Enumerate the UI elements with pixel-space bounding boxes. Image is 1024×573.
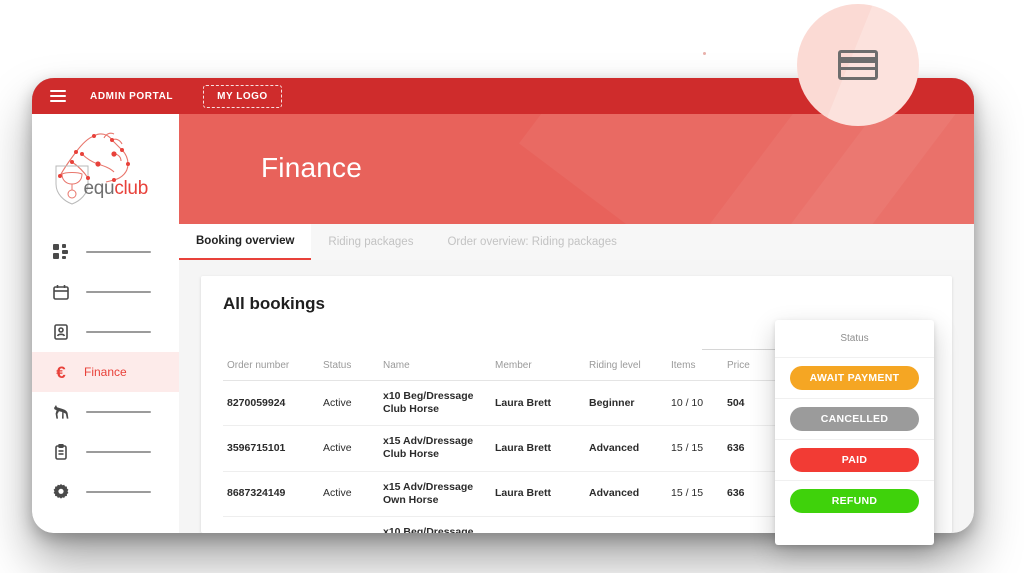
status-panel-header: Status bbox=[840, 333, 869, 344]
card-line bbox=[841, 67, 875, 70]
status-refund-button[interactable]: REFUND bbox=[790, 489, 919, 513]
status-cancelled-button[interactable]: CANCELLED bbox=[790, 407, 919, 431]
sidebar-item-reports[interactable] bbox=[32, 432, 179, 472]
hamburger-icon[interactable] bbox=[50, 90, 66, 102]
decorative-speck bbox=[703, 52, 706, 55]
cell-member: Laura Brett bbox=[491, 425, 585, 471]
sidebar-item-horses[interactable] bbox=[32, 392, 179, 432]
cell-member: Laura Brett bbox=[491, 379, 585, 426]
cell-name: x10 Beg/Dressage Club Horse bbox=[379, 379, 491, 426]
cell-order-number: 8687324149 bbox=[223, 470, 319, 517]
sidebar-item-label-placeholder bbox=[86, 291, 151, 293]
tab-order-overview[interactable]: Order overview: Riding packages bbox=[430, 224, 633, 260]
my-logo-placeholder[interactable]: MY LOGO bbox=[203, 84, 282, 108]
user-card-icon bbox=[52, 323, 70, 341]
calendar-icon bbox=[52, 283, 70, 301]
clipboard-icon bbox=[52, 443, 70, 461]
card-magnetic-strip bbox=[841, 57, 875, 63]
horse-icon bbox=[52, 403, 70, 421]
cell-status: Active bbox=[319, 425, 379, 471]
brand-logo[interactable]: equclub bbox=[32, 114, 179, 216]
cell-price: 672 bbox=[723, 515, 773, 533]
status-option-row: PAID bbox=[775, 439, 934, 480]
cell-price: 504 bbox=[723, 379, 773, 426]
header-order-number[interactable]: Order number bbox=[223, 354, 319, 381]
header-name[interactable]: Name bbox=[379, 354, 491, 381]
tab-riding-packages[interactable]: Riding packages bbox=[311, 224, 430, 260]
cell-name: x10 Beg/Dressage ClubHorse bbox=[379, 515, 491, 533]
cell-order-number: 8270059924 bbox=[223, 379, 319, 426]
status-await-payment-button[interactable]: AWAIT PAYMENT bbox=[790, 366, 919, 390]
sidebar-item-label-placeholder bbox=[86, 331, 151, 333]
screenshot-stage: ADMIN PORTAL MY LOGO Finance Booking ove… bbox=[0, 0, 1024, 573]
page-banner: Finance bbox=[179, 114, 974, 224]
credit-card-icon bbox=[838, 50, 878, 80]
header-member[interactable]: Member bbox=[491, 354, 585, 381]
header-items[interactable]: Items bbox=[667, 354, 723, 381]
page-title: Finance bbox=[261, 152, 363, 183]
cell-items: 15 / 15 bbox=[667, 470, 723, 517]
cell-status: Active bbox=[319, 379, 379, 426]
cell-riding-level: Beginner bbox=[585, 515, 667, 533]
cell-price: 636 bbox=[723, 425, 773, 471]
sidebar-item-finance[interactable]: € Finance bbox=[32, 352, 179, 392]
cell-riding-level: Advanced bbox=[585, 425, 667, 471]
dashboard-grid-icon bbox=[52, 243, 70, 261]
sidebar-item-label-placeholder bbox=[86, 451, 151, 453]
cell-order-number: 3596715101 bbox=[223, 425, 319, 471]
cell-member: Laura Brett bbox=[491, 515, 585, 533]
brand-wordmark: equclub bbox=[83, 178, 149, 200]
cell-items: 10 / 10 bbox=[667, 379, 723, 426]
cell-name: x15 Adv/Dressage Club Horse bbox=[379, 425, 491, 471]
gear-icon bbox=[52, 483, 70, 501]
header-riding-level[interactable]: Riding level bbox=[585, 354, 667, 381]
brand-club: club bbox=[114, 178, 148, 199]
euro-icon: € bbox=[56, 362, 66, 382]
sidebar-item-members[interactable] bbox=[32, 312, 179, 352]
status-option-row: CANCELLED bbox=[775, 398, 934, 439]
cell-order-number: 9027750637 bbox=[223, 515, 319, 533]
card-title: All bookings bbox=[223, 294, 325, 313]
tab-booking-overview[interactable]: Booking overview bbox=[179, 224, 312, 260]
header-price[interactable]: Price bbox=[723, 354, 773, 381]
status-paid-button[interactable]: PAID bbox=[790, 448, 919, 472]
sidebar: equclub € Finance bbox=[32, 114, 179, 533]
tab-bar: Booking overview Riding packages Order o… bbox=[179, 224, 974, 260]
sidebar-item-settings[interactable] bbox=[32, 472, 179, 512]
status-option-row: REFUND bbox=[775, 480, 934, 521]
cell-status: Active bbox=[319, 470, 379, 517]
sidebar-nav: € Finance bbox=[32, 232, 179, 512]
sidebar-item-label-placeholder bbox=[86, 411, 151, 413]
cell-riding-level: Beginner bbox=[585, 379, 667, 426]
sidebar-item-label-placeholder bbox=[86, 251, 151, 253]
cell-status: Active bbox=[319, 515, 379, 533]
brand-equ: equ bbox=[83, 178, 115, 199]
cell-items: 15 / 15 bbox=[667, 425, 723, 471]
status-option-row: AWAIT PAYMENT bbox=[775, 357, 934, 398]
cell-price: 636 bbox=[723, 470, 773, 517]
cell-riding-level: Advanced bbox=[585, 470, 667, 517]
sidebar-item-label-placeholder bbox=[86, 491, 151, 493]
status-dropdown-panel: Status AWAIT PAYMENT CANCELLED PAID REFU… bbox=[775, 320, 934, 545]
credit-card-badge bbox=[797, 4, 919, 126]
cell-items: 10/10 bbox=[667, 515, 723, 533]
sidebar-item-calendar[interactable] bbox=[32, 272, 179, 312]
admin-portal-label: ADMIN PORTAL bbox=[90, 90, 174, 102]
cell-name: x15 Adv/Dressage Own Horse bbox=[379, 470, 491, 517]
sidebar-item-label: Finance bbox=[84, 365, 127, 379]
cell-member: Laura Brett bbox=[491, 470, 585, 517]
header-status[interactable]: Status bbox=[319, 354, 379, 381]
sidebar-item-dashboard[interactable] bbox=[32, 232, 179, 272]
